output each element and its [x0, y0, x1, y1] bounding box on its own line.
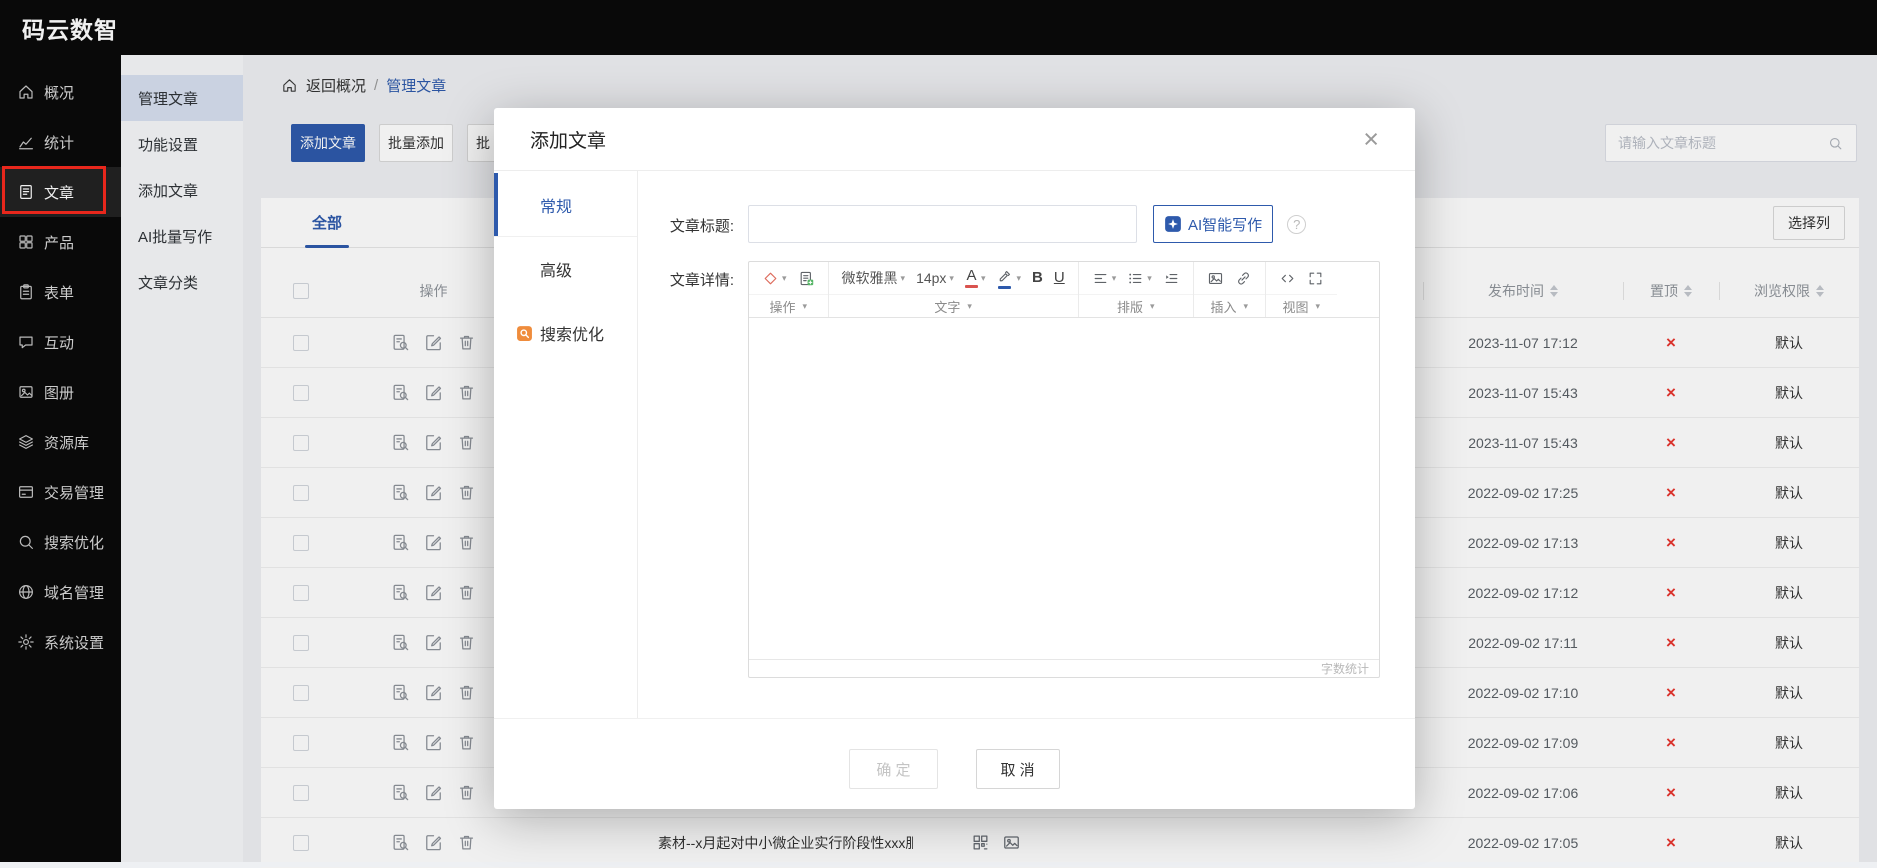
indent-icon [1163, 270, 1180, 287]
toolbar-group-label[interactable]: 排版 ▾ [1078, 294, 1193, 317]
toolbar-group: 微软雅黑 ▾ 14px ▾ A ▾ ▾ B U 文字 ▾ [828, 262, 1079, 317]
modal-tab-label: 高级 [540, 263, 573, 280]
fullscreen-button[interactable] [1303, 269, 1328, 288]
modal-tab-label: 搜索优化 [540, 327, 605, 344]
toolbar-group-label[interactable]: 操作 ▾ [749, 294, 828, 317]
modal-tab[interactable]: 搜索优化 [494, 301, 637, 365]
link-icon [1235, 270, 1252, 287]
article-detail-label: 文章详情: [669, 272, 734, 289]
toolbar-group-label[interactable]: 文字 ▾ [828, 294, 1078, 317]
toolbar-group: 插入 ▾ [1193, 262, 1266, 317]
underline-button[interactable]: U [1050, 269, 1069, 288]
font-color-button[interactable]: A ▾ [961, 267, 990, 290]
clear-format-button[interactable]: ▾ [758, 269, 791, 288]
list-icon [1127, 270, 1144, 287]
font-family-select[interactable]: 微软雅黑 ▾ [838, 267, 910, 289]
highlight-color-button[interactable]: ▾ [992, 267, 1025, 290]
code-view-button[interactable] [1275, 269, 1300, 288]
toolbar-group-label[interactable]: 插入 ▾ [1193, 294, 1265, 317]
article-title-input[interactable] [748, 205, 1137, 243]
code-icon [1279, 270, 1296, 287]
insert-link-button[interactable] [1231, 269, 1256, 288]
toolbar-group-label[interactable]: 视图 ▾ [1265, 294, 1337, 317]
align-icon [1092, 270, 1109, 287]
template-button[interactable] [794, 269, 819, 288]
editor-statusbar: 字数统计 [749, 659, 1379, 677]
toolbar-group: ▾ ▾ 排版 ▾ [1078, 262, 1194, 317]
modal-tab[interactable]: 常规 [494, 173, 637, 237]
ai-logo-icon [1164, 215, 1182, 233]
bold-button[interactable]: B [1028, 269, 1047, 288]
modal-header: 添加文章 × [494, 108, 1415, 171]
toolbar-group: ▾ 操作 ▾ [749, 262, 829, 317]
editor-content-area[interactable] [749, 318, 1379, 659]
indent-button[interactable] [1159, 269, 1184, 288]
align-button[interactable]: ▾ [1088, 269, 1121, 288]
ai-writing-label: AI智能写作 [1188, 216, 1263, 234]
add-article-form: 文章标题: AI智能写作 ? 文章详情: ▾ 操作 ▾ 微软雅黑 ▾ 14px ▾ A ▾ ▾ B U… [638, 171, 1415, 718]
help-icon[interactable]: ? [1287, 214, 1307, 234]
modal-body: 常规 高级 搜索优化 文章标题: AI智能写作 ? 文章详情: ▾ 操作 ▾ 微… [494, 171, 1415, 718]
insert-image-button[interactable] [1203, 269, 1228, 288]
article-title-label: 文章标题: [669, 218, 734, 235]
fullscreen-icon [1307, 270, 1324, 287]
modal-footer: 确 定 取 消 [494, 718, 1415, 809]
tab-icon [516, 325, 533, 342]
modal-tab-list: 常规 高级 搜索优化 [494, 171, 638, 718]
editor-toolbar: ▾ 操作 ▾ 微软雅黑 ▾ 14px ▾ A ▾ ▾ B U 文字 ▾ ▾ ▾ 排版 ▾ 插入 ▾ 视图 ▾ [749, 262, 1379, 318]
img-icon [1207, 270, 1224, 287]
diamond-icon [762, 270, 779, 287]
doc-icon [798, 270, 815, 287]
modal-tab-label: 常规 [540, 198, 573, 216]
font-size-select[interactable]: 14px ▾ [912, 269, 958, 287]
modal-title: 添加文章 [530, 130, 607, 152]
highlight-icon [996, 268, 1013, 285]
modal-tab[interactable]: 高级 [494, 237, 637, 301]
close-icon[interactable]: × [1363, 125, 1379, 153]
rich-text-editor: ▾ 操作 ▾ 微软雅黑 ▾ 14px ▾ A ▾ ▾ B U 文字 ▾ ▾ ▾ 排版 ▾ 插入 ▾ 视图 ▾ 字数统计 [748, 261, 1380, 678]
word-count-label: 字数统计 [1320, 662, 1369, 676]
add-article-modal: 添加文章 × 常规 高级 搜索优化 文章标题: AI智能写作 ? 文章详情: ▾… [494, 108, 1415, 809]
cancel-button[interactable]: 取 消 [975, 749, 1060, 789]
ai-writing-button[interactable]: AI智能写作 [1153, 205, 1274, 243]
list-button[interactable]: ▾ [1123, 269, 1156, 288]
toolbar-group: 视图 ▾ [1265, 262, 1337, 317]
confirm-button[interactable]: 确 定 [849, 749, 938, 789]
